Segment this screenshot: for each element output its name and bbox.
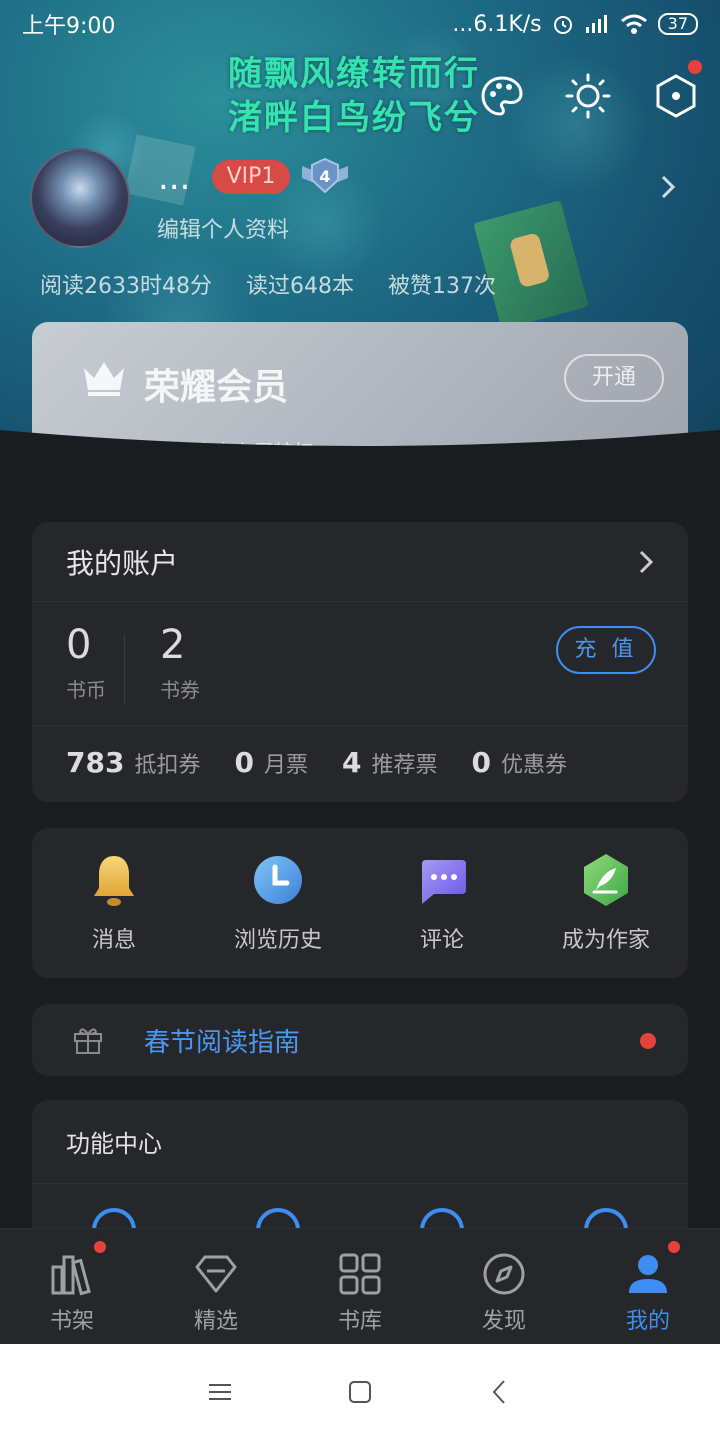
reading-stats: 阅读2633时48分 读过648本 被赞137次 (40, 268, 496, 300)
settings-hexagon-icon[interactable] (652, 72, 700, 120)
book-vouchers-label: 书券 (160, 678, 200, 702)
status-time: 上午9:00 (22, 14, 116, 39)
guide-badge (640, 1033, 656, 1049)
stat-read-time: 阅读2633时48分 (40, 274, 212, 299)
vip-badge[interactable]: VIP1 (212, 160, 290, 194)
tab-badge (666, 1239, 682, 1255)
network-speed: ...6.1K/s (452, 11, 542, 37)
ticket-coupon[interactable]: 0 优惠券 (471, 746, 567, 779)
book-coins-value: 0 (66, 622, 92, 668)
quick-messages[interactable]: 消息 (39, 852, 189, 954)
book-vouchers-value: 2 (160, 622, 186, 668)
ticket-monthly[interactable]: 0 月票 (234, 746, 308, 779)
avatar[interactable] (30, 148, 130, 248)
poem-line-2: 渚畔白鸟纷飞兮 (228, 98, 480, 138)
ticket-recommend[interactable]: 4 推荐票 (342, 746, 438, 779)
diamond-icon (195, 1255, 237, 1293)
status-bar: 上午9:00 ...6.1K/s 37 (0, 0, 720, 48)
divider (124, 634, 125, 704)
chevron-right-icon[interactable] (638, 549, 654, 575)
signal-icon (585, 15, 607, 33)
alarm-icon (553, 16, 572, 34)
level-badge-icon[interactable]: 4 (300, 156, 350, 196)
ticket-discount[interactable]: 783 抵扣券 (66, 746, 200, 779)
gift-icon (74, 1028, 102, 1054)
comment-icon (422, 860, 466, 904)
wifi-icon (620, 14, 647, 34)
book-coins[interactable]: 0 书币 (66, 622, 160, 703)
tab-badge (92, 1239, 108, 1255)
account-panel: 我的账户 0 书币 2 书券 充 值 783 抵扣券 0 月票 4 推荐票 0 优惠券 (32, 522, 688, 802)
poem-line-1: 随飘风缭转而行 (228, 54, 480, 94)
home-icon[interactable] (345, 1377, 375, 1407)
quick-actions: 消息 浏览历史 评论 成为作家 (32, 828, 688, 978)
vip-card-title: 荣耀会员 (144, 367, 289, 408)
account-header[interactable]: 我的账户 (32, 522, 688, 602)
stat-likes: 被赞137次 (387, 274, 496, 299)
tab-me[interactable]: 我的 (588, 1229, 708, 1344)
recharge-button[interactable]: 充 值 (556, 626, 656, 674)
stat-books-read: 读过648本 (245, 274, 354, 299)
tab-discover[interactable]: 发现 (444, 1229, 564, 1344)
divider (32, 725, 688, 726)
theme-palette-icon[interactable] (478, 72, 526, 120)
user-icon (629, 1255, 667, 1293)
chevron-right-icon[interactable] (658, 172, 678, 202)
bottom-tab-bar: 书架 精选 书库 发现 我的 (0, 1228, 720, 1344)
bell-icon (94, 856, 134, 906)
brightness-icon[interactable] (564, 72, 612, 120)
quick-comments[interactable]: 评论 (367, 852, 517, 954)
crown-icon (84, 362, 124, 396)
tab-featured[interactable]: 精选 (156, 1229, 276, 1344)
tab-library[interactable]: 书库 (300, 1229, 420, 1344)
account-title: 我的账户 (66, 546, 179, 580)
book-vouchers[interactable]: 2 书券 (160, 622, 254, 703)
book-coins-label: 书币 (66, 678, 106, 702)
system-navigation-bar (0, 1344, 720, 1440)
spring-festival-guide[interactable]: 春节阅读指南 (32, 1004, 688, 1076)
guide-label: 春节阅读指南 (144, 1027, 301, 1058)
signature-poem: 随飘风缭转而行 渚畔白鸟纷飞兮 (228, 52, 480, 140)
function-center-title: 功能中心 (32, 1100, 688, 1184)
username[interactable]: ... (158, 158, 190, 198)
compass-icon (483, 1253, 525, 1295)
vip-open-button[interactable]: 开通 (564, 354, 664, 402)
tab-bookshelf[interactable]: 书架 (12, 1229, 132, 1344)
settings-badge (688, 60, 702, 74)
svg-text:4: 4 (319, 167, 330, 186)
back-icon[interactable] (485, 1377, 515, 1407)
edit-profile-link[interactable]: 编辑个人资料 (157, 212, 289, 244)
book-decoration (473, 200, 589, 330)
quick-history[interactable]: 浏览历史 (203, 852, 353, 954)
tickets-row: 783 抵扣券 0 月票 4 推荐票 0 优惠券 (66, 746, 567, 779)
menu-icon[interactable] (205, 1377, 235, 1407)
battery-indicator: 37 (657, 13, 698, 35)
clock-icon (254, 856, 302, 904)
grid-icon (339, 1253, 381, 1295)
bookshelf-icon (51, 1255, 91, 1296)
quick-become-author[interactable]: 成为作家 (531, 852, 681, 954)
pen-icon (584, 854, 628, 906)
